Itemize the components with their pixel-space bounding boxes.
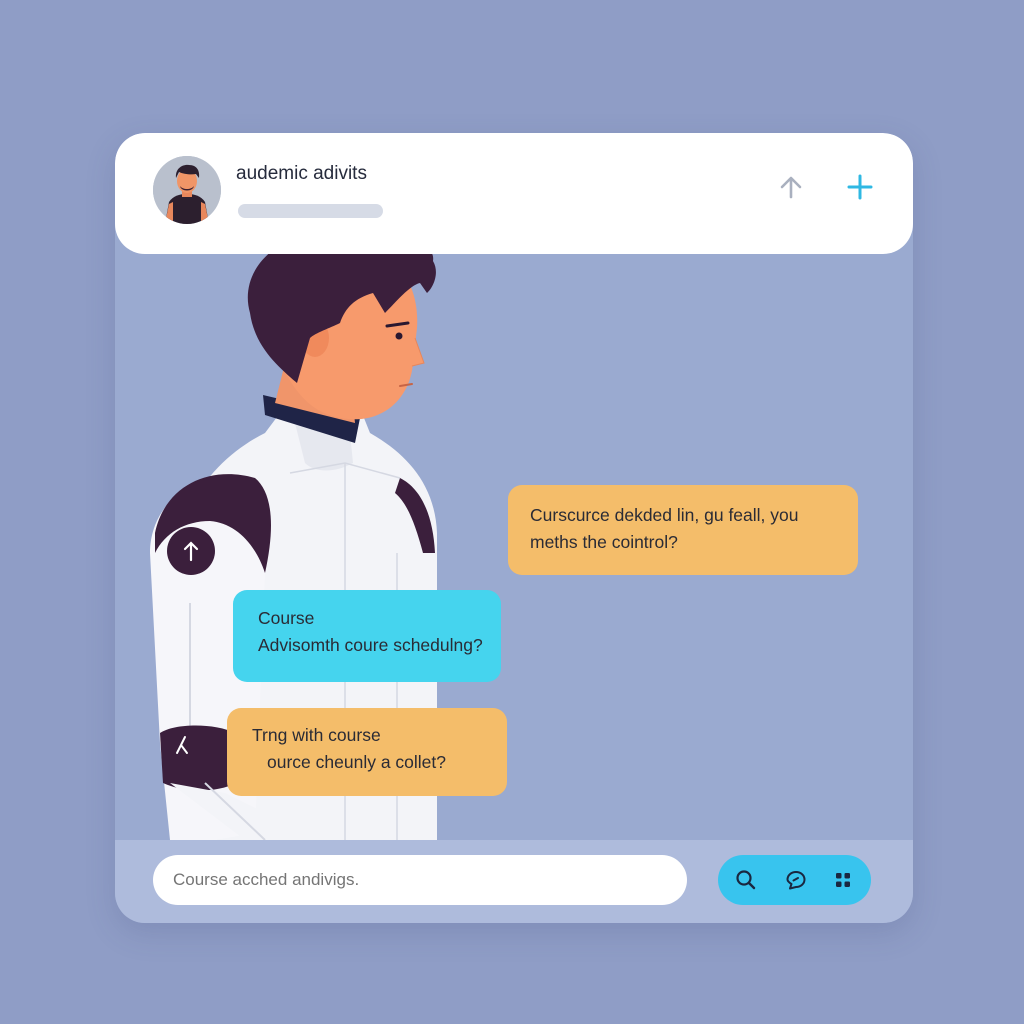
chat-header: audemic adivits (115, 133, 913, 254)
chat-icon (786, 871, 806, 890)
plus-icon (847, 174, 873, 200)
add-button[interactable] (842, 169, 878, 205)
message-bubble: Curscurce dekded lin, gu feall, you meth… (508, 485, 858, 575)
message-line: ource cheunly a collet? (267, 752, 446, 772)
arrow-up-icon (780, 176, 802, 199)
person-avatar-icon (153, 156, 221, 224)
upload-button[interactable] (773, 169, 809, 205)
chat-window: audemic adivits Curscurce dekded lin, gu… (115, 133, 913, 923)
message-line: Course (258, 608, 315, 628)
search-icon (736, 870, 756, 890)
status-bar (238, 204, 383, 218)
apps-grid-icon (836, 873, 850, 887)
action-group (718, 855, 871, 905)
message-line: Advisomth coure schedulng? (258, 635, 483, 655)
avatar[interactable] (153, 156, 221, 224)
message-line: Curscurce dekded lin, gu feall, you (530, 505, 799, 525)
message-input[interactable] (153, 855, 687, 905)
message-bubble: Trng with course ource cheunly a collet? (227, 708, 507, 796)
apps-button[interactable] (826, 863, 860, 897)
message-bubble: Course Advisomth coure schedulng? (233, 590, 501, 682)
chat-title: audemic adivits (236, 163, 367, 184)
message-line: meths the cointrol? (530, 532, 678, 552)
chat-button[interactable] (779, 863, 813, 897)
message-line: Trng with course (252, 725, 381, 745)
search-button[interactable] (729, 863, 763, 897)
composer-bar (115, 840, 913, 923)
